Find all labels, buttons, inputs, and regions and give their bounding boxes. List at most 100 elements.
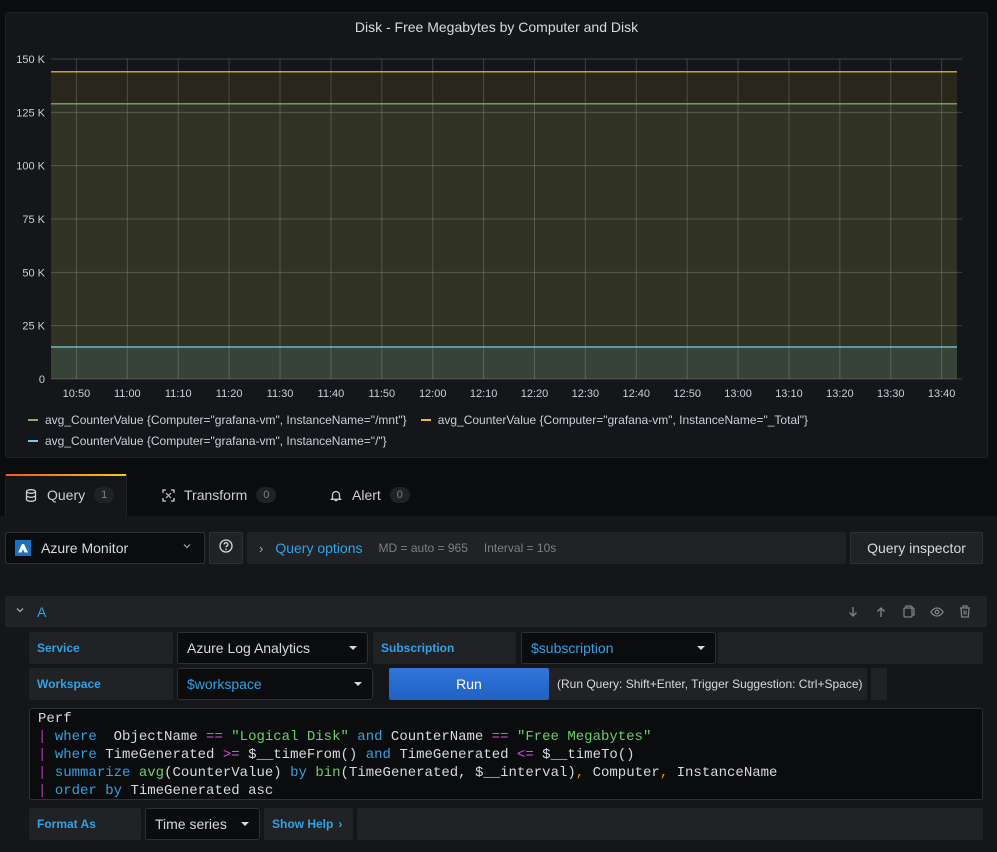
datasource-help-button[interactable] (209, 532, 243, 564)
interval-info: Interval = 10s (483, 541, 557, 555)
tab-alert[interactable]: Alert 0 (311, 474, 431, 516)
run-button[interactable]: Run (389, 668, 549, 700)
tab-count-badge: 0 (389, 487, 410, 503)
x-tick-label: 13:40 (928, 388, 956, 400)
y-tick-label: 75 K (22, 214, 45, 226)
legend-item-root[interactable]: avg_CounterValue {Computer="grafana-vm",… (28, 434, 387, 448)
code-line: | where TimeGenerated >= $__timeFrom() a… (38, 747, 635, 763)
series-area (51, 103, 957, 380)
caret-down-icon (349, 646, 357, 650)
graph-panel: Disk - Free Megabytes by Computer and Di… (5, 12, 988, 458)
legend-label: avg_CounterValue {Computer="grafana-vm",… (45, 412, 407, 427)
show-help-button[interactable]: Show Help › (264, 808, 353, 840)
subscription-value: $subscription (531, 640, 614, 656)
query-inspector-button[interactable]: Query inspector (850, 532, 983, 564)
duplicate-icon[interactable] (895, 605, 923, 618)
chevron-down-icon (182, 541, 192, 554)
workspace-value: $workspace (187, 676, 262, 692)
y-tick-label: 0 (39, 374, 45, 386)
y-tick-label: 25 K (22, 321, 45, 333)
format-as-select[interactable]: Time series (145, 808, 260, 840)
legend-label: avg_CounterValue {Computer="grafana-vm",… (45, 433, 387, 448)
x-tick-label: 12:20 (521, 388, 549, 400)
x-tick-label: 13:10 (775, 388, 803, 400)
code-line: | order by TimeGenerated asc (38, 783, 274, 799)
workspace-select[interactable]: $workspace (177, 668, 373, 700)
tab-count-badge: 0 (256, 487, 277, 503)
tab-label: Transform (184, 487, 248, 503)
move-down-icon[interactable] (839, 606, 867, 618)
row-filler (871, 668, 887, 700)
y-tick-label: 50 K (22, 267, 45, 279)
series-area (51, 347, 957, 379)
transform-icon (161, 488, 175, 502)
show-help-label: Show Help (272, 817, 334, 831)
service-value: Azure Log Analytics (187, 640, 310, 656)
x-tick-label: 12:10 (470, 388, 498, 400)
caret-down-icon (241, 822, 249, 826)
x-tick-label: 11:10 (165, 388, 192, 400)
x-tick-label: 11:30 (267, 388, 294, 400)
tab-transform[interactable]: Transform 0 (143, 474, 293, 516)
max-datapoints-info: MD = auto = 965 (378, 541, 468, 555)
tab-label: Query (47, 487, 86, 503)
question-circle-icon (219, 538, 233, 558)
move-up-icon[interactable] (867, 606, 895, 618)
query-options-toggle[interactable]: › Query options MD = auto = 965 Interval… (247, 532, 846, 564)
y-tick-label: 100 K (16, 161, 45, 173)
chevron-right-icon: › (338, 817, 343, 831)
x-tick-label: 11:40 (318, 388, 345, 400)
collapse-chevron-icon[interactable] (15, 605, 25, 618)
subscription-select[interactable]: $subscription (521, 632, 716, 664)
legend-swatch (28, 439, 38, 442)
legend-label: avg_CounterValue {Computer="grafana-vm",… (437, 412, 809, 427)
query-row-actions (839, 596, 979, 627)
x-tick-label: 12:00 (419, 388, 447, 400)
legend-item-total[interactable]: avg_CounterValue {Computer="grafana-vm",… (420, 412, 809, 427)
caret-down-icon (697, 646, 705, 650)
x-tick-label: 12:40 (623, 388, 651, 400)
chart-legend: avg_CounterValue {Computer="grafana-vm",… (28, 409, 822, 451)
trash-icon[interactable] (951, 605, 979, 618)
service-label: Service (29, 632, 173, 664)
row-filler (357, 808, 983, 840)
kql-query-editor[interactable]: Perf | where ObjectName == "Logical Disk"… (29, 708, 983, 800)
chevron-right-icon: › (259, 540, 264, 556)
format-as-value: Time series (155, 816, 227, 832)
query-options-label: Query options (275, 540, 363, 556)
editor-tabs: Query 1 Transform 0 Alert 0 (0, 474, 997, 516)
x-tick-label: 11:00 (114, 388, 141, 400)
x-tick-label: 11:50 (368, 388, 395, 400)
code-line: | where ObjectName == "Logical Disk" and… (38, 729, 652, 745)
code-line: | summarize avg(CounterValue) by bin(Tim… (38, 765, 778, 781)
query-ref-id[interactable]: A (37, 604, 46, 620)
x-tick-label: 13:30 (877, 388, 905, 400)
y-tick-label: 125 K (16, 107, 45, 119)
query-editor: Azure Monitor › Query options MD = auto … (0, 516, 997, 852)
tab-query[interactable]: Query 1 (5, 474, 127, 516)
row-filler (718, 632, 983, 664)
database-icon (24, 488, 38, 502)
datasource-picker[interactable]: Azure Monitor (5, 532, 205, 564)
x-tick-label: 13:00 (724, 388, 752, 400)
service-select[interactable]: Azure Log Analytics (177, 632, 368, 664)
legend-item-mnt[interactable]: avg_CounterValue {Computer="grafana-vm",… (28, 413, 407, 427)
eye-icon[interactable] (923, 606, 951, 617)
caret-down-icon (354, 682, 362, 686)
tab-count-badge: 1 (94, 487, 115, 503)
legend-swatch (28, 418, 38, 421)
y-tick-label: 150 K (16, 54, 45, 66)
time-series-chart: 0 25 K 50 K 75 K 100 K 125 K 150 K 10:50 11:00 11… (16, 54, 962, 400)
bell-icon (329, 488, 343, 502)
x-tick-label: 10:50 (63, 388, 91, 400)
tab-label: Alert (352, 487, 381, 503)
workspace-label: Workspace (29, 668, 173, 700)
azure-logo-icon (15, 540, 31, 556)
query-row-header: A (5, 596, 987, 627)
datasource-name: Azure Monitor (41, 540, 129, 556)
code-line: Perf (38, 711, 72, 727)
x-tick-label: 13:20 (826, 388, 854, 400)
keyboard-hint: (Run Query: Shift+Enter, Trigger Suggest… (549, 668, 867, 700)
x-tick-label: 12:30 (572, 388, 600, 400)
legend-swatch (420, 418, 431, 421)
